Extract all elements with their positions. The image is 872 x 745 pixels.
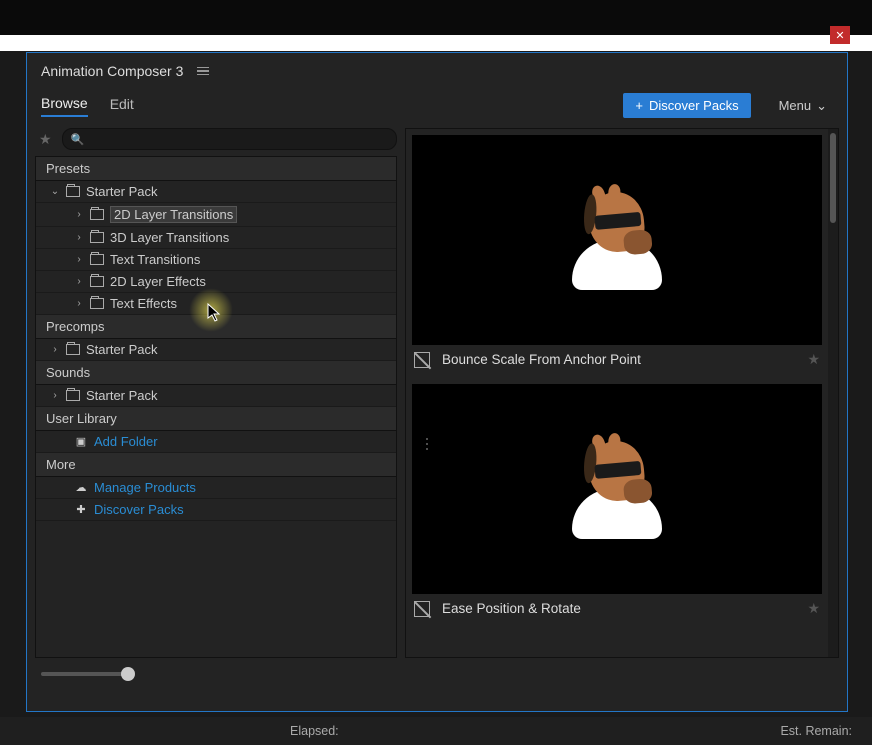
tree-item-starter-pack-precomps[interactable]: › Starter Pack <box>36 339 396 361</box>
chevron-right-icon: › <box>74 209 84 220</box>
discover-packs-button[interactable]: + Discover Packs <box>623 93 750 118</box>
cloud-download-icon: ☁ <box>74 482 88 494</box>
preset-thumbnail <box>412 135 822 345</box>
folder-icon <box>90 276 104 287</box>
animation-composer-panel: Animation Composer 3 Browse Edit + Disco… <box>26 52 848 712</box>
close-button[interactable]: ✕ <box>830 26 850 44</box>
folder-icon <box>66 344 80 355</box>
folder-icon <box>66 186 80 197</box>
search-input[interactable] <box>90 132 388 146</box>
preset-title: Ease Position & Rotate <box>442 601 795 616</box>
folder-icon <box>90 298 104 309</box>
status-bar: Elapsed: Est. Remain: <box>0 717 872 745</box>
tab-edit[interactable]: Edit <box>110 96 134 116</box>
window-chrome-dark <box>0 0 872 35</box>
add-folder-icon: ▣ <box>74 436 88 448</box>
favorite-star-icon[interactable]: ★ <box>807 351 820 368</box>
plus-icon: + <box>635 98 643 113</box>
horse-mascot-icon <box>567 439 667 539</box>
folder-icon <box>66 390 80 401</box>
tree-item-3d-layer-transitions[interactable]: › 3D Layer Transitions <box>36 227 396 249</box>
slider-handle[interactable] <box>121 667 135 681</box>
discover-packs-link[interactable]: ✚ Discover Packs <box>36 499 396 521</box>
chevron-right-icon: › <box>74 254 84 265</box>
chevron-right-icon: › <box>74 276 84 287</box>
size-slider[interactable] <box>41 672 131 676</box>
search-box[interactable]: 🔍 <box>62 128 397 150</box>
thumbnail-size-control <box>27 658 847 684</box>
preset-tree: Presets ⌄ Starter Pack › 2D Layer Transi… <box>35 156 397 658</box>
preset-title: Bounce Scale From Anchor Point <box>442 352 795 367</box>
chevron-down-icon: ⌄ <box>816 98 827 114</box>
section-precomps: Precomps <box>36 315 396 339</box>
chevron-down-icon: ⌄ <box>50 186 60 197</box>
plus-icon: ✚ <box>74 504 88 516</box>
scrollbar-thumb[interactable] <box>830 133 836 223</box>
tree-item-starter-pack-presets[interactable]: ⌄ Starter Pack <box>36 181 396 203</box>
section-more: More <box>36 453 396 477</box>
preset-type-icon <box>414 352 430 368</box>
preset-thumbnail <box>412 384 822 594</box>
chevron-right-icon: › <box>74 232 84 243</box>
preset-card[interactable]: Bounce Scale From Anchor Point ★ <box>412 135 822 374</box>
tree-item-text-effects[interactable]: › Text Effects <box>36 293 396 315</box>
chevron-right-icon: › <box>50 390 60 401</box>
close-icon: ✕ <box>835 29 844 42</box>
search-icon: 🔍 <box>71 133 85 146</box>
resize-handle-icon[interactable] <box>426 438 428 450</box>
manage-products-link[interactable]: ☁ Manage Products <box>36 477 396 499</box>
favorites-star-icon[interactable]: ★ <box>35 131 56 148</box>
add-folder-button[interactable]: ▣ Add Folder <box>36 431 396 453</box>
chevron-right-icon: › <box>50 344 60 355</box>
tree-item-2d-layer-transitions[interactable]: › 2D Layer Transitions <box>36 203 396 227</box>
hamburger-icon[interactable] <box>197 67 209 76</box>
horse-mascot-icon <box>567 190 667 290</box>
scrollbar[interactable] <box>828 129 838 657</box>
chevron-right-icon: › <box>74 298 84 309</box>
folder-icon <box>90 209 104 220</box>
status-remain: Est. Remain: <box>780 724 852 738</box>
sidebar: ★ 🔍 Presets ⌄ Starter Pack › 2D Layer Tr… <box>35 128 397 658</box>
folder-icon <box>90 232 104 243</box>
tab-browse[interactable]: Browse <box>41 95 88 117</box>
status-elapsed: Elapsed: <box>290 724 339 738</box>
tree-item-2d-layer-effects[interactable]: › 2D Layer Effects <box>36 271 396 293</box>
section-presets: Presets <box>36 157 396 181</box>
preset-card[interactable]: Ease Position & Rotate ★ <box>412 384 822 623</box>
app-title: Animation Composer 3 <box>41 63 183 79</box>
section-user-library: User Library <box>36 407 396 431</box>
toolbar: Browse Edit + Discover Packs Menu ⌄ <box>27 87 847 128</box>
menu-dropdown[interactable]: Menu ⌄ <box>773 94 833 118</box>
favorite-star-icon[interactable]: ★ <box>807 600 820 617</box>
folder-icon <box>90 254 104 265</box>
section-sounds: Sounds <box>36 361 396 385</box>
window-chrome-light <box>0 35 872 51</box>
tree-item-starter-pack-sounds[interactable]: › Starter Pack <box>36 385 396 407</box>
panel-header: Animation Composer 3 <box>27 53 847 87</box>
preset-grid: Bounce Scale From Anchor Point ★ <box>405 128 839 658</box>
tree-item-text-transitions[interactable]: › Text Transitions <box>36 249 396 271</box>
preset-type-icon <box>414 601 430 617</box>
